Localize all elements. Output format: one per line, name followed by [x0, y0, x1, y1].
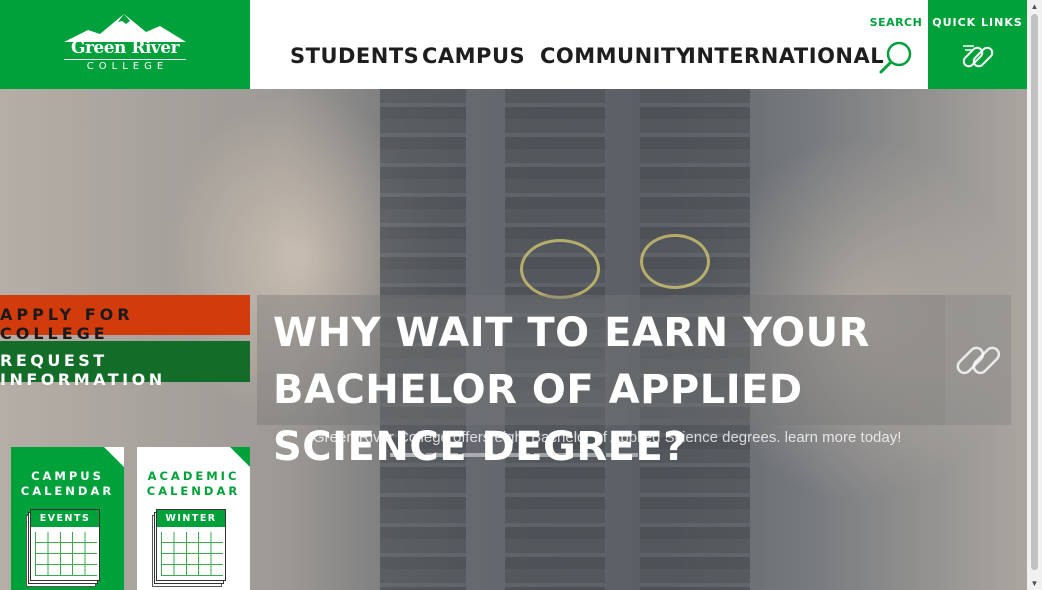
site-header: Green River COLLEGE Students Campus Comm…	[0, 0, 1027, 89]
carousel-dot[interactable]	[498, 453, 530, 457]
calendar-icon: Winter	[152, 509, 226, 588]
search-label: Search	[869, 16, 923, 29]
calendar-icon: Events	[26, 509, 100, 588]
request-information-button[interactable]: Request Information	[0, 341, 250, 389]
link-icon	[962, 45, 994, 68]
carousel-headline: Why wait to earn your Bachelor of Applie…	[273, 310, 870, 470]
search-button[interactable]: Search	[864, 0, 928, 89]
nav-community[interactable]: Community	[540, 44, 692, 68]
quick-links-button[interactable]: Quick Links	[928, 0, 1027, 89]
nav-campus[interactable]: Campus	[422, 44, 525, 68]
nav-students[interactable]: Students	[290, 44, 419, 68]
carousel-link-button[interactable]	[945, 295, 1011, 425]
apply-button-label: Apply for College	[0, 305, 134, 343]
carousel-dot[interactable]	[606, 453, 638, 457]
calendar-pad-label: Events	[31, 510, 99, 527]
apply-for-college-button[interactable]: Apply for College	[0, 295, 250, 343]
carousel-dot[interactable]	[426, 453, 458, 457]
academic-calendar-title: Academic Calendar	[146, 469, 241, 498]
scroll-down-arrow-icon[interactable]: ▼	[1027, 579, 1042, 588]
logo-subtitle: COLLEGE	[86, 61, 169, 72]
college-logo[interactable]: Green River COLLEGE	[0, 0, 250, 89]
carousel-dots	[390, 453, 638, 457]
calendar-pad-label: Winter	[157, 510, 225, 527]
link-icon	[956, 346, 1001, 375]
campus-calendar-title: Campus Calendar	[20, 469, 115, 498]
scroll-up-arrow-icon[interactable]: ▲	[1027, 2, 1042, 11]
carousel-dot[interactable]	[390, 453, 422, 457]
campus-calendar-card[interactable]: Campus Calendar Events	[11, 447, 124, 590]
carousel-dot[interactable]	[570, 453, 602, 457]
carousel-headline-panel[interactable]: Why wait to earn your Bachelor of Applie…	[257, 295, 945, 470]
carousel-dot[interactable]	[462, 453, 494, 457]
logo-wordmark: Green River	[70, 38, 180, 58]
carousel-dot[interactable]	[534, 453, 566, 457]
search-icon	[879, 41, 912, 74]
request-button-label: Request Information	[0, 351, 166, 389]
nav-international[interactable]: International	[688, 44, 884, 68]
page-scrollbar[interactable]: ▲ ▼	[1027, 0, 1042, 590]
scroll-thumb[interactable]	[1031, 14, 1038, 570]
academic-calendar-card[interactable]: Academic Calendar Winter	[137, 447, 250, 590]
quick-links-label: Quick Links	[932, 16, 1023, 29]
carousel-subtext[interactable]: Green River College offers eight Bachelo…	[313, 429, 963, 446]
